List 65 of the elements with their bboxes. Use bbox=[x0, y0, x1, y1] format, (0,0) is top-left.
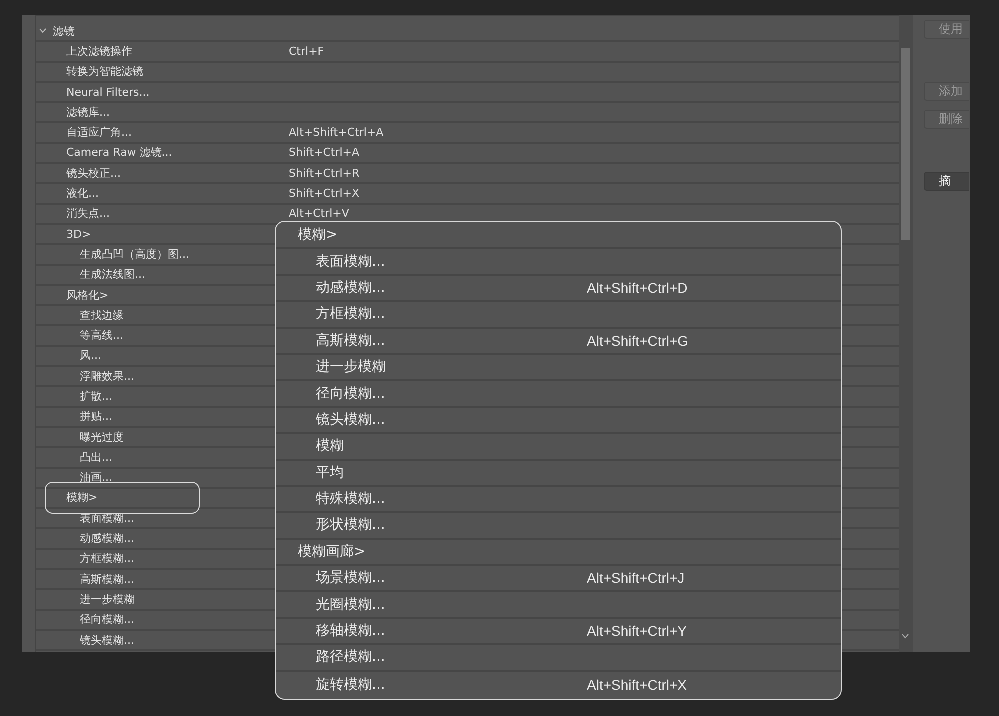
menu-item[interactable]: 模糊 bbox=[316, 437, 344, 456]
menu-item[interactable]: 光圈模糊... bbox=[316, 596, 386, 614]
command-label[interactable]: 凸出... bbox=[80, 450, 112, 465]
command-label[interactable]: 动感模糊... bbox=[80, 531, 134, 546]
menu-item[interactable]: 特殊模糊... bbox=[316, 490, 386, 508]
command-label[interactable]: 消失点... bbox=[66, 206, 110, 222]
command-label[interactable]: 拼贴... bbox=[80, 409, 112, 424]
command-label[interactable]: 液化... bbox=[66, 186, 99, 202]
command-label[interactable]: 油画... bbox=[80, 470, 112, 486]
chevron-down-icon[interactable] bbox=[39, 28, 47, 34]
shortcut-text: Shift+Ctrl+X bbox=[289, 187, 360, 200]
command-label[interactable]: 滤镜 bbox=[53, 24, 75, 39]
shortcut-text: Shift+Ctrl+A bbox=[289, 146, 360, 160]
command-label[interactable]: 径向模糊... bbox=[80, 612, 134, 628]
command-label[interactable]: 镜头校正... bbox=[66, 166, 121, 181]
command-label[interactable]: 曝光过度 bbox=[80, 430, 124, 445]
chevron-down-icon[interactable] bbox=[902, 634, 909, 639]
command-label[interactable]: 高斯模糊... bbox=[80, 572, 134, 587]
command-label[interactable]: 方框模糊... bbox=[80, 551, 134, 566]
menu-item[interactable]: 高斯模糊... bbox=[316, 332, 386, 350]
scrollbar-track[interactable] bbox=[899, 15, 913, 652]
command-label[interactable]: Neural Filters... bbox=[66, 86, 150, 99]
command-label[interactable]: 查找边缘 bbox=[80, 308, 124, 323]
menu-item[interactable]: 平均 bbox=[316, 464, 344, 482]
menu-item[interactable]: 动感模糊... bbox=[316, 278, 386, 297]
menu-item[interactable]: 形状模糊... bbox=[316, 516, 386, 534]
shortcut-text: Alt+Shift+Ctrl+Y bbox=[587, 623, 687, 640]
command-label[interactable]: 上次滤镜操作 bbox=[66, 44, 132, 59]
command-label[interactable]: 风... bbox=[80, 348, 102, 364]
menu-item[interactable]: 模糊> bbox=[298, 226, 338, 244]
command-label[interactable]: 滤镜库... bbox=[66, 104, 110, 120]
command-label[interactable]: Camera Raw 滤镜... bbox=[66, 145, 172, 160]
command-label[interactable]: 扩散... bbox=[80, 388, 112, 404]
command-label[interactable]: 镜头模糊... bbox=[80, 632, 134, 648]
command-label[interactable]: 进一步模糊 bbox=[80, 592, 135, 607]
command-label[interactable]: 表面模糊... bbox=[80, 510, 134, 526]
command-label[interactable]: 等高线... bbox=[80, 328, 124, 344]
command-label[interactable]: 自适应广角... bbox=[66, 125, 132, 140]
shortcut-text: Ctrl+F bbox=[289, 44, 324, 58]
menu-item[interactable]: 径向模糊... bbox=[316, 384, 386, 403]
command-label[interactable]: 模糊> bbox=[66, 490, 98, 506]
shortcut-text: Alt+Shift+Ctrl+G bbox=[587, 332, 689, 349]
menu-item[interactable]: 镜头模糊... bbox=[316, 410, 386, 429]
shortcut-text: Alt+Ctrl+V bbox=[289, 207, 350, 220]
command-label[interactable]: 风格化> bbox=[66, 288, 109, 302]
shortcut-text: Alt+Shift+Ctrl+A bbox=[289, 126, 384, 140]
shortcut-text: Alt+Shift+Ctrl+D bbox=[587, 280, 688, 296]
menu-item[interactable]: 模糊画廊> bbox=[298, 542, 366, 561]
menu-item[interactable]: 进一步模糊 bbox=[316, 358, 386, 376]
side-button[interactable]: 摘 bbox=[924, 172, 969, 191]
menu-item[interactable]: 表面模糊... bbox=[316, 252, 386, 271]
menu-item[interactable]: 方框模糊... bbox=[316, 305, 386, 324]
command-label[interactable]: 生成法线图... bbox=[80, 267, 146, 282]
command-label[interactable]: 3D> bbox=[66, 228, 92, 241]
menu-item[interactable]: 移轴模糊... bbox=[316, 622, 386, 640]
command-label[interactable]: 转换为智能滤镜 bbox=[66, 64, 144, 80]
menu-item[interactable]: 旋转模糊... bbox=[316, 676, 386, 694]
shortcut-text: Alt+Shift+Ctrl+X bbox=[587, 676, 687, 693]
menu-item[interactable]: 路径模糊... bbox=[316, 648, 386, 666]
scrollbar-thumb[interactable] bbox=[901, 48, 910, 240]
command-label[interactable]: 浮雕效果... bbox=[80, 368, 134, 384]
menu-item[interactable]: 场景模糊... bbox=[316, 569, 386, 588]
shortcut-text: Shift+Ctrl+R bbox=[289, 166, 360, 180]
command-label[interactable]: 生成凸凹（高度）图... bbox=[80, 246, 190, 262]
shortcut-text: Alt+Shift+Ctrl+J bbox=[587, 570, 685, 586]
